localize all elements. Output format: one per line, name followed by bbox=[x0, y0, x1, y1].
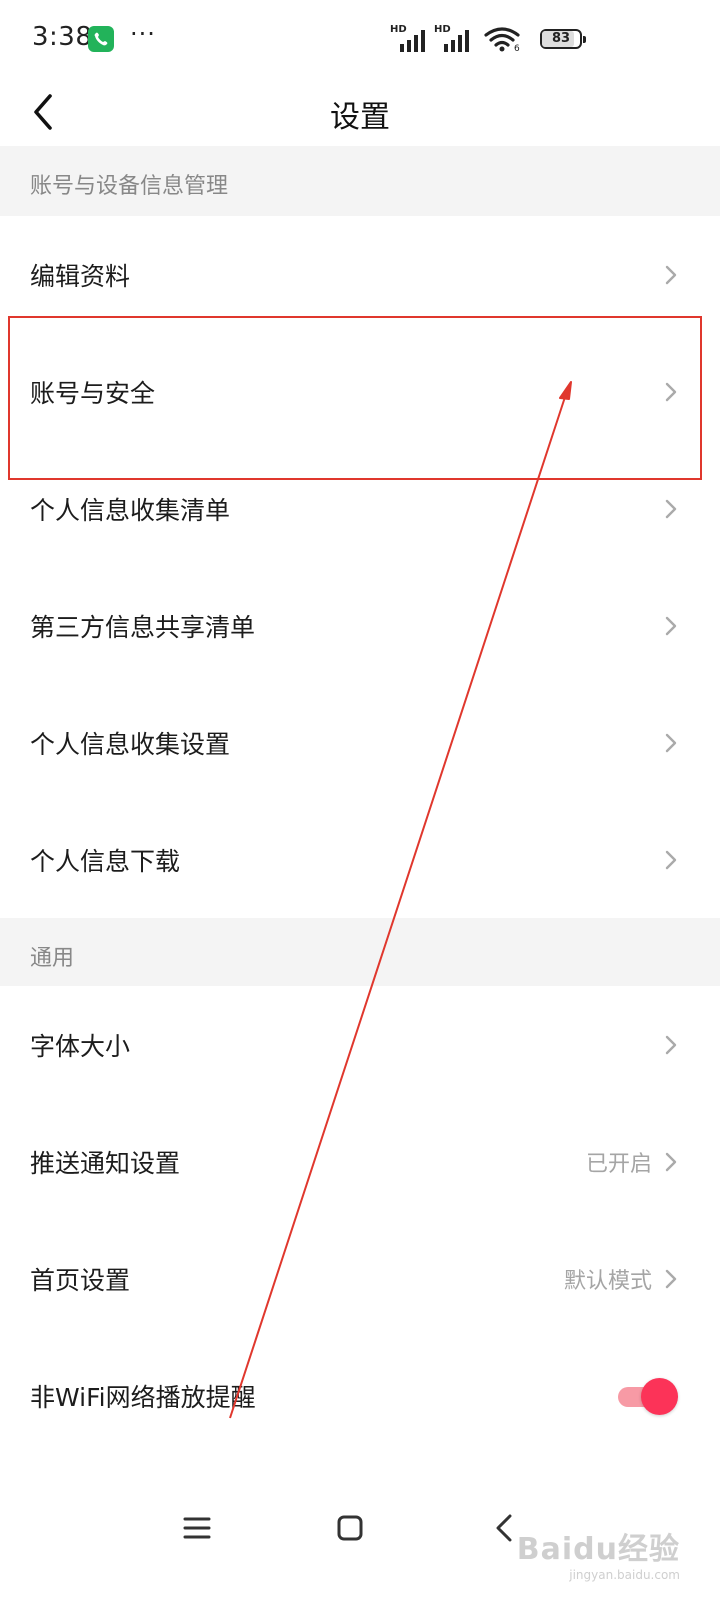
row-info-download[interactable]: 个人信息下载 bbox=[0, 801, 720, 918]
section-header-general: 通用 bbox=[0, 918, 720, 986]
chevron-right-icon bbox=[665, 1269, 677, 1288]
section-title: 通用 bbox=[30, 946, 75, 971]
baidu-watermark: Baidu经验 jingyan.baidu.com bbox=[517, 1524, 680, 1582]
chevron-right-icon bbox=[665, 1035, 677, 1054]
watermark-sub: jingyan.baidu.com bbox=[569, 1568, 680, 1582]
row-non-wifi-reminder: 非WiFi网络播放提醒 bbox=[0, 1337, 720, 1454]
chevron-right-icon bbox=[665, 733, 677, 752]
row-label: 个人信息收集清单 bbox=[30, 495, 231, 525]
phone-call-icon bbox=[88, 26, 114, 52]
row-label: 第三方信息共享清单 bbox=[30, 612, 256, 642]
chevron-right-icon bbox=[665, 382, 677, 401]
row-font-size[interactable]: 字体大小 bbox=[0, 986, 720, 1103]
row-account-security[interactable]: 账号与安全 bbox=[0, 333, 720, 450]
menu-button[interactable] bbox=[173, 1504, 221, 1552]
chevron-right-icon bbox=[665, 616, 677, 635]
row-value: 默认模式 bbox=[563, 1268, 652, 1294]
hd-signal-icon: HD bbox=[390, 24, 426, 52]
watermark-main: Baidu经验 bbox=[516, 1532, 680, 1567]
row-label: 账号与安全 bbox=[30, 378, 156, 408]
chevron-right-icon bbox=[665, 499, 677, 518]
row-push-notifications[interactable]: 推送通知设置 已开启 bbox=[0, 1103, 720, 1220]
section-header-account: 账号与设备信息管理 bbox=[0, 146, 720, 216]
toggle-knob bbox=[641, 1377, 678, 1415]
page-title: 设置 bbox=[330, 100, 390, 135]
wifi-icon: 6 bbox=[484, 27, 520, 52]
home-button[interactable] bbox=[326, 1504, 374, 1552]
row-info-collection-settings[interactable]: 个人信息收集设置 bbox=[0, 684, 720, 801]
section-title: 账号与设备信息管理 bbox=[30, 174, 229, 199]
row-edit-profile[interactable]: 编辑资料 bbox=[0, 216, 720, 333]
row-label: 编辑资料 bbox=[30, 261, 131, 291]
svg-text:6: 6 bbox=[514, 44, 520, 52]
row-label: 非WiFi网络播放提醒 bbox=[30, 1382, 256, 1412]
row-label: 个人信息下载 bbox=[30, 846, 181, 876]
menu-icon bbox=[183, 1517, 211, 1539]
header: 设置 bbox=[0, 80, 720, 146]
non-wifi-toggle[interactable] bbox=[614, 1377, 678, 1415]
battery-icon: 83 bbox=[540, 29, 586, 49]
chevron-right-icon bbox=[665, 265, 677, 284]
battery-percent: 83 bbox=[551, 31, 571, 46]
home-square-icon bbox=[337, 1515, 363, 1541]
chevron-right-icon bbox=[665, 850, 677, 869]
system-nav-bar: Baidu经验 jingyan.baidu.com bbox=[0, 1480, 720, 1600]
row-third-party-sharing[interactable]: 第三方信息共享清单 bbox=[0, 567, 720, 684]
row-label: 首页设置 bbox=[30, 1265, 131, 1295]
status-bar: 3:38 ··· HD HD 6 83 bbox=[0, 0, 720, 80]
hd-signal-icon: HD bbox=[434, 24, 470, 52]
row-value: 已开启 bbox=[585, 1151, 652, 1177]
row-label: 字体大小 bbox=[30, 1031, 131, 1061]
row-label: 个人信息收集设置 bbox=[30, 729, 231, 759]
row-label: 推送通知设置 bbox=[30, 1148, 181, 1178]
row-personal-info-list[interactable]: 个人信息收集清单 bbox=[0, 450, 720, 567]
row-home-settings[interactable]: 首页设置 默认模式 bbox=[0, 1220, 720, 1337]
chevron-right-icon bbox=[665, 1152, 677, 1171]
more-notifications-icon: ··· bbox=[130, 20, 156, 48]
status-time: 3:38 bbox=[32, 22, 93, 52]
